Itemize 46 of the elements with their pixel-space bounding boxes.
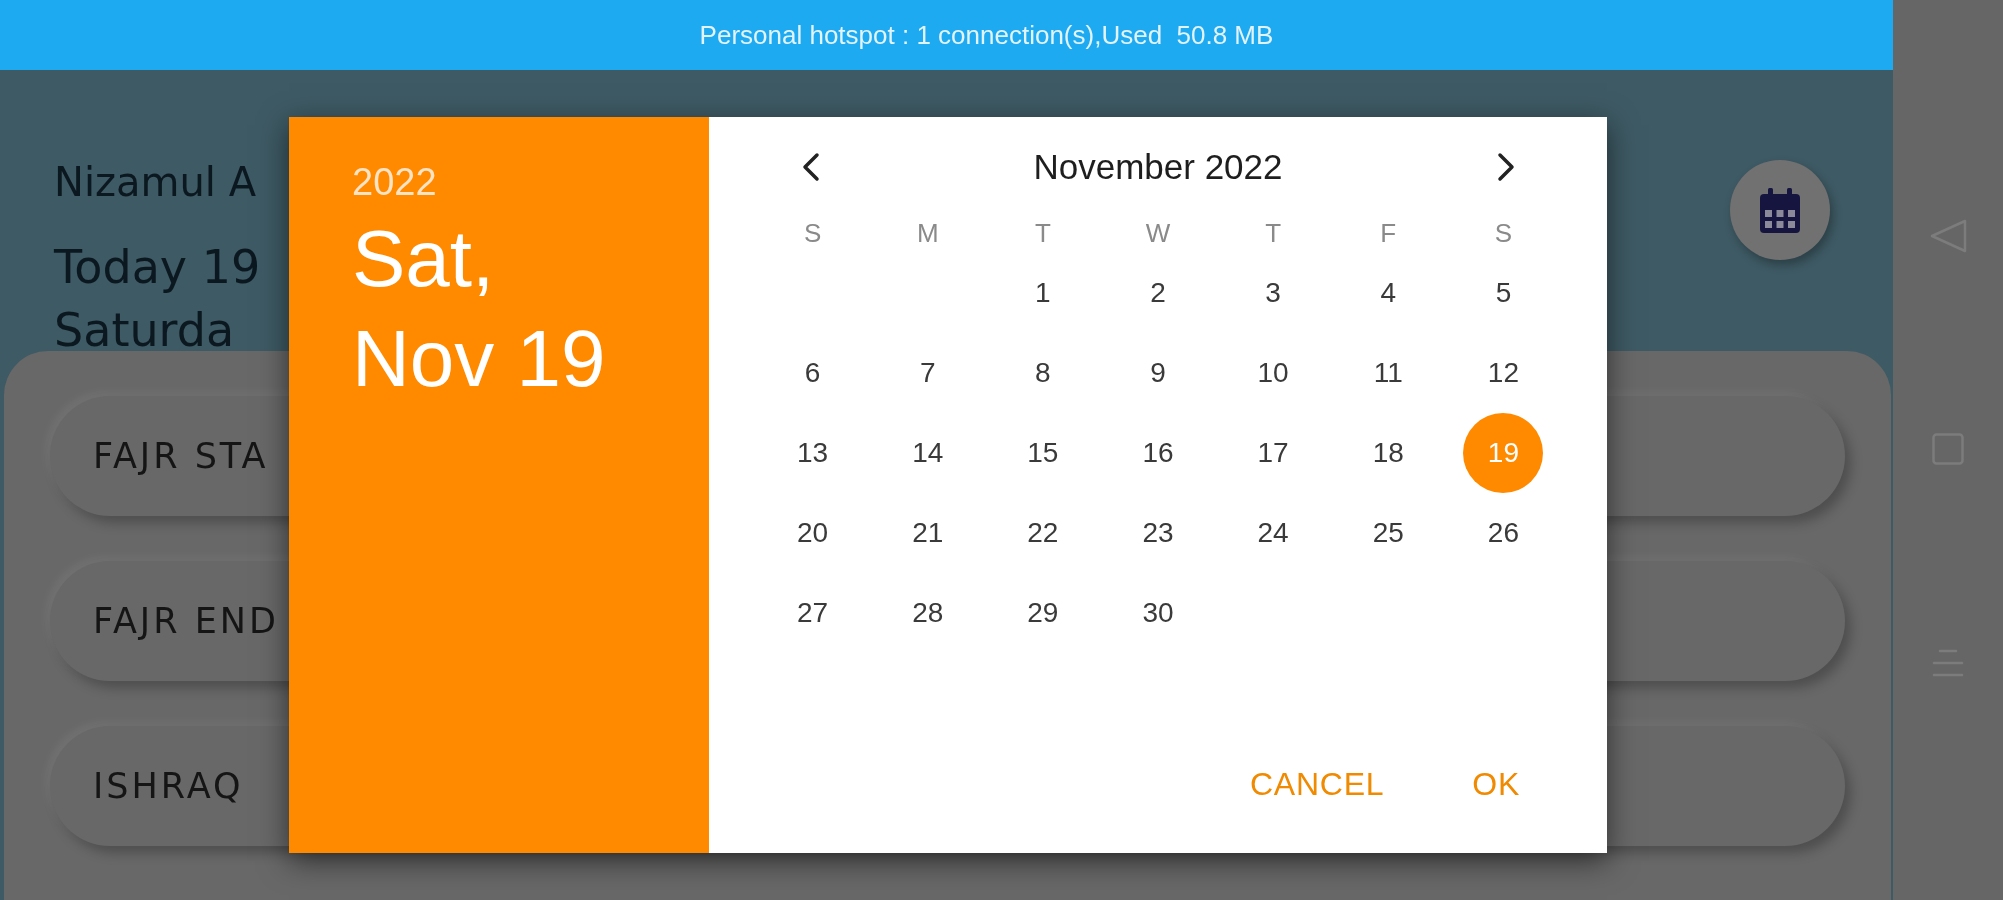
- prayer-name: FAJR STA: [93, 435, 269, 478]
- calendar-day[interactable]: 22: [1002, 493, 1083, 573]
- calendar-day[interactable]: 12: [1463, 333, 1544, 413]
- calendar-day[interactable]: 6: [772, 333, 853, 413]
- calendar-day[interactable]: 28: [887, 573, 968, 653]
- calendar-day[interactable]: 26: [1463, 493, 1544, 573]
- status-text: Personal hotspot : 1 connection(s),Used 50.8 MB: [699, 19, 1274, 51]
- calendar-day[interactable]: 24: [1233, 493, 1314, 573]
- app-title: Nizamul A: [54, 158, 257, 206]
- weekday-label: T: [1265, 217, 1282, 249]
- prayer-name: ISHRAQ: [93, 765, 244, 808]
- calendar-day[interactable]: 17: [1233, 413, 1314, 493]
- weekday-label: F: [1380, 217, 1397, 249]
- weekday-label: M: [916, 217, 939, 249]
- calendar-day[interactable]: 10: [1233, 333, 1314, 413]
- calendar-day[interactable]: 13: [772, 413, 853, 493]
- calendar-icon: [1760, 187, 1800, 233]
- calendar-day[interactable]: 30: [1118, 573, 1198, 653]
- calendar-day[interactable]: 29: [1002, 573, 1083, 653]
- calendar-day[interactable]: 9: [1118, 333, 1198, 413]
- calendar-day[interactable]: 16: [1118, 413, 1198, 493]
- calendar-day[interactable]: 11: [1348, 333, 1429, 413]
- calendar-day[interactable]: 8: [1002, 333, 1083, 413]
- selected-date: Sat, Nov 19: [352, 213, 607, 405]
- calendar-day[interactable]: 3: [1233, 253, 1314, 333]
- date-heading: Today 19: [54, 239, 261, 295]
- calendar-day[interactable]: 7: [887, 333, 968, 413]
- prayer-name: FAJR END: [93, 600, 279, 643]
- day-heading: Saturda: [54, 310, 235, 350]
- weekday-label: S: [803, 217, 822, 249]
- calendar-day[interactable]: 4: [1348, 253, 1429, 333]
- weekday-label: W: [1145, 217, 1171, 249]
- calendar-day[interactable]: 2: [1118, 253, 1198, 333]
- calendar-day[interactable]: 27: [772, 573, 853, 653]
- calendar-day[interactable]: 14: [887, 413, 968, 493]
- calendar-day[interactable]: 18: [1348, 413, 1429, 493]
- weekday-label: T: [1034, 217, 1051, 249]
- calendar-day[interactable]: 23: [1118, 493, 1198, 573]
- weekday-label: S: [1494, 217, 1513, 249]
- calendar-day[interactable]: 15: [1002, 413, 1083, 493]
- calendar-day[interactable]: 21: [887, 493, 968, 573]
- calendar-day[interactable]: 1: [1002, 253, 1083, 333]
- calendar-day[interactable]: 20: [772, 493, 853, 573]
- calendar-day[interactable]: 5: [1463, 253, 1544, 333]
- month-year-label: November 2022: [1032, 146, 1284, 188]
- calendar-day[interactable]: 25: [1348, 493, 1429, 573]
